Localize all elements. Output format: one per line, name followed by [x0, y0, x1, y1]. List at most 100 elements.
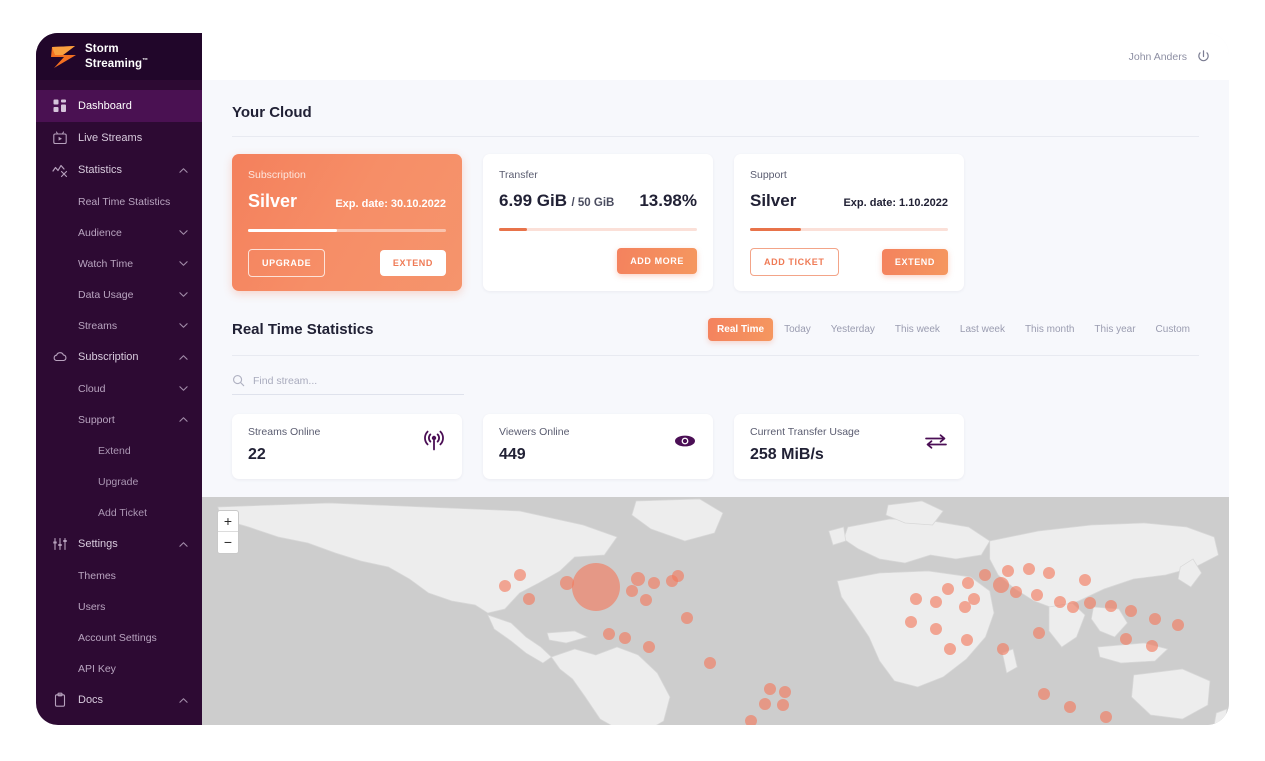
sidebar-subitem-label: Real Time Statistics	[78, 195, 171, 208]
support-card[interactable]: Support Silver Exp. date: 1.10.2022 ADD …	[734, 154, 964, 291]
topbar: John Anders	[202, 33, 1229, 80]
chevron-down-icon	[179, 386, 188, 391]
transfer-usage-card[interactable]: Current Transfer Usage 258 MiB/s	[734, 414, 964, 479]
sidebar-item-dashboard[interactable]: Dashboard	[36, 90, 202, 122]
transfer-card[interactable]: Transfer 6.99 GiB / 50 GiB 13.98% ADD MO…	[483, 154, 713, 291]
sidebar-subitem-label: Cloud	[78, 382, 106, 395]
add-ticket-button[interactable]: ADD TICKET	[750, 248, 839, 276]
support-plan: Silver	[750, 191, 797, 210]
range-tab-last-week[interactable]: Last week	[951, 318, 1014, 341]
sidebar-subitem-upgrade[interactable]: Upgrade	[36, 466, 202, 497]
world-map[interactable]: + −	[202, 497, 1229, 725]
map-zoom-controls[interactable]: + −	[217, 510, 239, 554]
chevron-down-icon	[179, 292, 188, 297]
main-area: John Anders Your Cloud Subscription Silv…	[202, 33, 1229, 725]
sidebar-subitem-label: Extend	[98, 444, 131, 457]
range-tab-this-month[interactable]: This month	[1016, 318, 1083, 341]
range-tab-this-week[interactable]: This week	[886, 318, 949, 341]
app-window: Storm Streaming™ Dashboard Live Streams St…	[36, 33, 1229, 725]
subscription-exp-date: Exp. date: 30.10.2022	[335, 198, 446, 210]
sidebar-subitem-label: Themes	[78, 569, 116, 582]
transfer-usage-label: Current Transfer Usage	[750, 426, 860, 438]
support-exp-date: Exp. date: 1.10.2022	[843, 197, 948, 209]
range-tab-today[interactable]: Today	[775, 318, 820, 341]
transfer-used: 6.99 GiB	[499, 191, 568, 210]
chevron-up-icon	[179, 697, 188, 703]
sidebar-subitem-account-settings[interactable]: Account Settings	[36, 622, 202, 653]
search-input[interactable]	[253, 374, 464, 387]
sidebar-subitem-label: Account Settings	[78, 631, 157, 644]
user-name: John Anders	[1128, 50, 1187, 63]
clipboard-icon	[52, 692, 68, 708]
brand-line2: Streaming	[85, 57, 143, 70]
range-tab-yesterday[interactable]: Yesterday	[822, 318, 884, 341]
sidebar-item-subscription[interactable]: Subscription	[36, 341, 202, 373]
subscription-progress	[248, 229, 446, 232]
range-tab-this-year[interactable]: This year	[1085, 318, 1144, 341]
sidebar-subitem-users[interactable]: Users	[36, 591, 202, 622]
sidebar-subitem-add-ticket[interactable]: Add Ticket	[36, 497, 202, 528]
sidebar-item-label: Dashboard	[78, 100, 132, 112]
streams-online-card[interactable]: Streams Online 22	[232, 414, 462, 479]
sidebar-nav: Dashboard Live Streams Statistics Real Time…	[36, 80, 202, 716]
page-title: Your Cloud	[232, 104, 312, 121]
cloud-icon	[52, 349, 68, 365]
chevron-up-icon	[179, 417, 188, 422]
sidebar-subitem-extend[interactable]: Extend	[36, 435, 202, 466]
transfer-usage-value: 258 MiB/s	[750, 446, 824, 463]
sidebar-subitem-api-key[interactable]: API Key	[36, 653, 202, 684]
sidebar-subitem-support[interactable]: Support	[36, 404, 202, 435]
map-landmasses	[202, 497, 1229, 725]
storm-bolt-icon	[51, 45, 76, 68]
map-zoom-out-button[interactable]: −	[218, 532, 238, 553]
find-stream-field[interactable]	[232, 374, 464, 395]
sidebar-subitem-cloud[interactable]: Cloud	[36, 373, 202, 404]
extend-support-button[interactable]: EXTEND	[881, 249, 948, 275]
sidebar-subitem-label: Users	[78, 600, 106, 613]
dashboard-grid-icon	[53, 99, 66, 112]
broadcast-icon	[424, 430, 444, 451]
range-tabs: Real Time Today Yesterday This week Last wee…	[708, 318, 1199, 341]
sidebar-item-statistics[interactable]: Statistics	[36, 154, 202, 186]
brand-name: Storm Streaming™	[85, 43, 148, 70]
chevron-down-icon	[179, 261, 188, 266]
stat-cards: Streams Online 22 Viewers Online 449 Cur…	[232, 414, 1199, 479]
range-tab-custom[interactable]: Custom	[1147, 318, 1199, 341]
sidebar-item-label: Docs	[78, 694, 104, 706]
chevron-up-icon	[179, 354, 188, 360]
sidebar-subitem-label: API Key	[78, 662, 116, 675]
map-zoom-in-button[interactable]: +	[218, 511, 238, 532]
sidebar-subitem-watch-time[interactable]: Watch Time	[36, 248, 202, 279]
sliders-icon	[52, 536, 68, 552]
sidebar-item-label: Subscription	[78, 351, 139, 363]
sidebar-item-live-streams[interactable]: Live Streams	[36, 122, 202, 154]
divider-2	[232, 355, 1199, 356]
real-time-header: Real Time Statistics Real Time Today Yeste…	[232, 291, 1199, 355]
chevron-down-icon	[179, 323, 188, 328]
upgrade-button[interactable]: UPGRADE	[248, 249, 326, 277]
sidebar-item-docs[interactable]: Docs	[36, 684, 202, 716]
statistics-chart-icon	[52, 162, 68, 178]
streams-online-value: 22	[248, 446, 266, 463]
support-progress	[750, 228, 948, 231]
transfer-total: / 50 GiB	[571, 197, 615, 209]
sidebar-subitem-themes[interactable]: Themes	[36, 560, 202, 591]
clipboard-icon	[54, 692, 66, 707]
sidebar-item-settings[interactable]: Settings	[36, 528, 202, 560]
sidebar-subitem-real-time-statistics[interactable]: Real Time Statistics	[36, 186, 202, 217]
sidebar-subitem-data-usage[interactable]: Data Usage	[36, 279, 202, 310]
sidebar-item-label: Settings	[78, 538, 118, 550]
extend-subscription-button[interactable]: EXTEND	[379, 250, 446, 276]
power-icon[interactable]	[1196, 49, 1211, 64]
sidebar-subitem-label: Data Usage	[78, 288, 134, 301]
chevron-down-icon	[179, 230, 188, 235]
sidebar-subitem-streams[interactable]: Streams	[36, 310, 202, 341]
range-tab-real-time[interactable]: Real Time	[708, 318, 774, 341]
streams-online-label: Streams Online	[248, 426, 321, 438]
sidebar-subitem-audience[interactable]: Audience	[36, 217, 202, 248]
viewers-online-card[interactable]: Viewers Online 449	[483, 414, 713, 479]
sidebar-subitem-label: Watch Time	[78, 257, 134, 270]
subscription-card[interactable]: Subscription Silver Exp. date: 30.10.202…	[232, 154, 462, 291]
brand-logo[interactable]: Storm Streaming™	[36, 33, 202, 80]
add-more-button[interactable]: ADD MORE	[617, 248, 697, 274]
